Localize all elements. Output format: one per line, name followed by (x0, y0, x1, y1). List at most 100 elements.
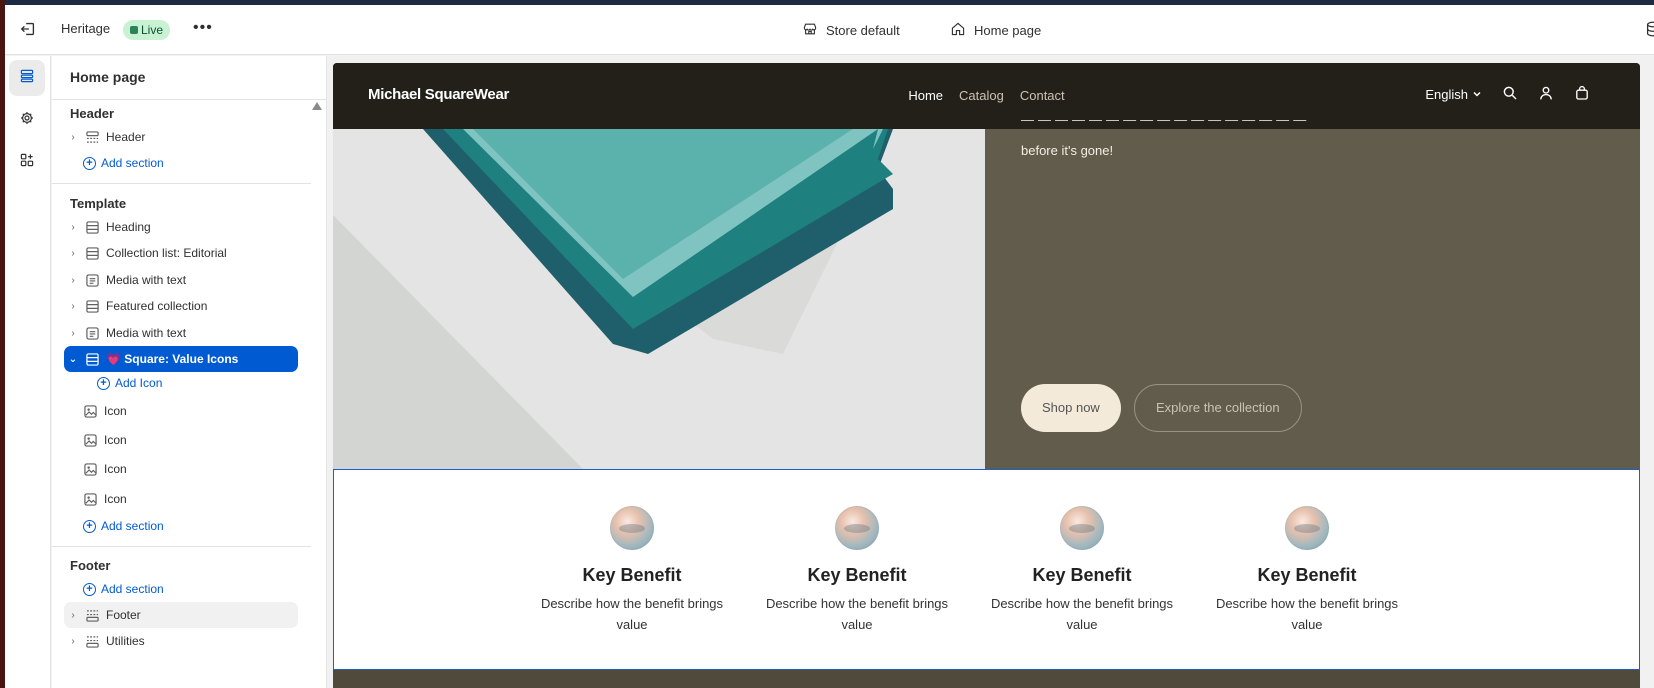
add-icon-button[interactable]: + Add Icon (97, 376, 162, 390)
chevron-right-icon[interactable]: › (66, 222, 80, 233)
section-item-footer[interactable]: › Footer (64, 602, 298, 628)
page-context-selector[interactable]: Home page (950, 21, 1041, 40)
chevron-right-icon[interactable]: › (66, 328, 80, 339)
chevron-down-icon[interactable]: ⌄ (66, 354, 80, 365)
hero-description: — — — — — — — — — — — — — — — — — before… (1021, 119, 1441, 161)
benefit-title: Key Benefit (1257, 565, 1357, 585)
hero-description-line: before it's gone! (1021, 143, 1114, 158)
section-label: Collection list: Editorial (106, 246, 227, 260)
more-actions-button[interactable]: ••• (193, 19, 213, 37)
store-header: Michael SquareWear Home Catalog Contact … (333, 63, 1640, 129)
section-label: Media with text (106, 273, 187, 287)
section-item-media-with-text-2[interactable]: › Media with text (64, 320, 298, 346)
plus-circle-icon: + (97, 376, 110, 390)
image-block-icon (82, 491, 98, 507)
add-section-template-button[interactable]: + Add section (83, 519, 164, 533)
menu-item-catalog[interactable]: Catalog (959, 88, 1004, 103)
shop-now-button[interactable]: Shop now (1021, 384, 1121, 432)
image-block-icon (82, 432, 98, 448)
sections-tab[interactable] (9, 60, 45, 96)
text-section-icon (84, 272, 100, 288)
section-item-utilities[interactable]: › Utilities (64, 628, 298, 654)
block-item-icon[interactable]: Icon (78, 486, 298, 512)
add-section-label: Add section (101, 156, 164, 170)
apps-tab[interactable] (9, 144, 45, 180)
section-item-heading[interactable]: › Heading (64, 214, 298, 240)
add-section-label: Add section (101, 519, 164, 533)
sidebar-title: Home page (70, 69, 146, 85)
chevron-right-icon[interactable]: › (66, 636, 80, 647)
benefit-icon (610, 506, 654, 550)
page-context-label: Home page (974, 23, 1042, 38)
explore-collection-button[interactable]: Explore the collection (1134, 384, 1302, 432)
chevron-right-icon[interactable]: › (66, 132, 80, 143)
group-title-header: Header (70, 106, 115, 121)
benefit-icon (835, 506, 879, 550)
block-item-icon[interactable]: Icon (78, 398, 298, 424)
section-item-collection-list[interactable]: › Collection list: Editorial (64, 240, 298, 266)
benefit-title: Key Benefit (582, 565, 682, 585)
hero-image (333, 129, 985, 469)
gear-icon (19, 110, 35, 131)
store-icon (802, 21, 818, 40)
storefront: Michael SquareWear Home Catalog Contact … (333, 63, 1640, 688)
section-item-featured-collection[interactable]: › Featured collection (64, 293, 298, 319)
benefit-title: Key Benefit (807, 565, 907, 585)
cart-icon[interactable] (1574, 85, 1590, 104)
sections-icon (19, 68, 35, 89)
editor-topbar: Heritage Live ••• Store default Home pag… (5, 5, 1654, 55)
menu-item-home[interactable]: Home (908, 88, 943, 103)
add-section-label: Add section (101, 582, 164, 596)
preview-scrollbar[interactable] (1646, 56, 1654, 688)
live-badge: Live (123, 20, 171, 40)
divider (52, 99, 326, 100)
chevron-right-icon[interactable]: › (66, 301, 80, 312)
add-section-footer-button[interactable]: + Add section (83, 582, 164, 596)
plus-circle-icon: + (83, 582, 96, 596)
block-item-icon[interactable]: Icon (78, 427, 298, 453)
section-item-media-with-text[interactable]: › Media with text (64, 267, 298, 293)
language-selector[interactable]: English (1425, 87, 1482, 102)
section-label: 💗 Square: Value Icons (106, 352, 239, 366)
add-section-header-button[interactable]: + Add section (83, 156, 164, 170)
section-icon (84, 219, 100, 235)
section-item-header[interactable]: › Header (64, 124, 298, 150)
database-icon[interactable] (1644, 20, 1654, 38)
store-context-selector[interactable]: Store default (802, 21, 900, 40)
home-icon (950, 21, 966, 40)
chevron-right-icon[interactable]: › (66, 248, 80, 259)
block-label: Icon (104, 462, 127, 476)
apps-icon (19, 152, 35, 173)
image-block-icon (82, 403, 98, 419)
search-icon[interactable] (1502, 85, 1518, 104)
plus-circle-icon: + (83, 519, 96, 533)
scroll-up-arrow[interactable] (312, 102, 322, 110)
account-icon[interactable] (1538, 85, 1554, 104)
theme-settings-tab[interactable] (9, 102, 45, 138)
section-icon (84, 298, 100, 314)
value-icons-section[interactable]: Key Benefit Describe how the benefit bri… (333, 469, 1640, 670)
benefit-title: Key Benefit (1032, 565, 1132, 585)
group-title-footer: Footer (70, 558, 111, 573)
sections-sidebar: Home page Header › Header + Add section … (52, 56, 327, 688)
menu-item-contact[interactable]: Contact (1020, 88, 1065, 103)
chevron-right-icon[interactable]: › (66, 275, 80, 286)
section-label: Media with text (106, 326, 187, 340)
block-item-icon[interactable]: Icon (78, 456, 298, 482)
section-icon (84, 245, 100, 261)
language-label: English (1425, 87, 1468, 102)
exit-icon[interactable] (19, 20, 39, 40)
section-item-square-value-icons[interactable]: ⌄ 💗 Square: Value Icons (64, 346, 298, 372)
header-section-icon (84, 129, 100, 145)
section-label: Featured collection (106, 299, 208, 313)
plus-circle-icon: + (83, 156, 96, 170)
group-title-template: Template (70, 196, 127, 211)
chevron-right-icon[interactable]: › (66, 610, 80, 621)
theme-name[interactable]: Heritage (61, 21, 110, 36)
footer-section-icon (84, 607, 100, 623)
benefit-description: Describe how the benefit brings value (540, 596, 724, 632)
divider (52, 183, 311, 184)
chevron-down-icon (1472, 87, 1482, 102)
block-label: Icon (104, 492, 127, 506)
footer-section-icon (84, 633, 100, 649)
